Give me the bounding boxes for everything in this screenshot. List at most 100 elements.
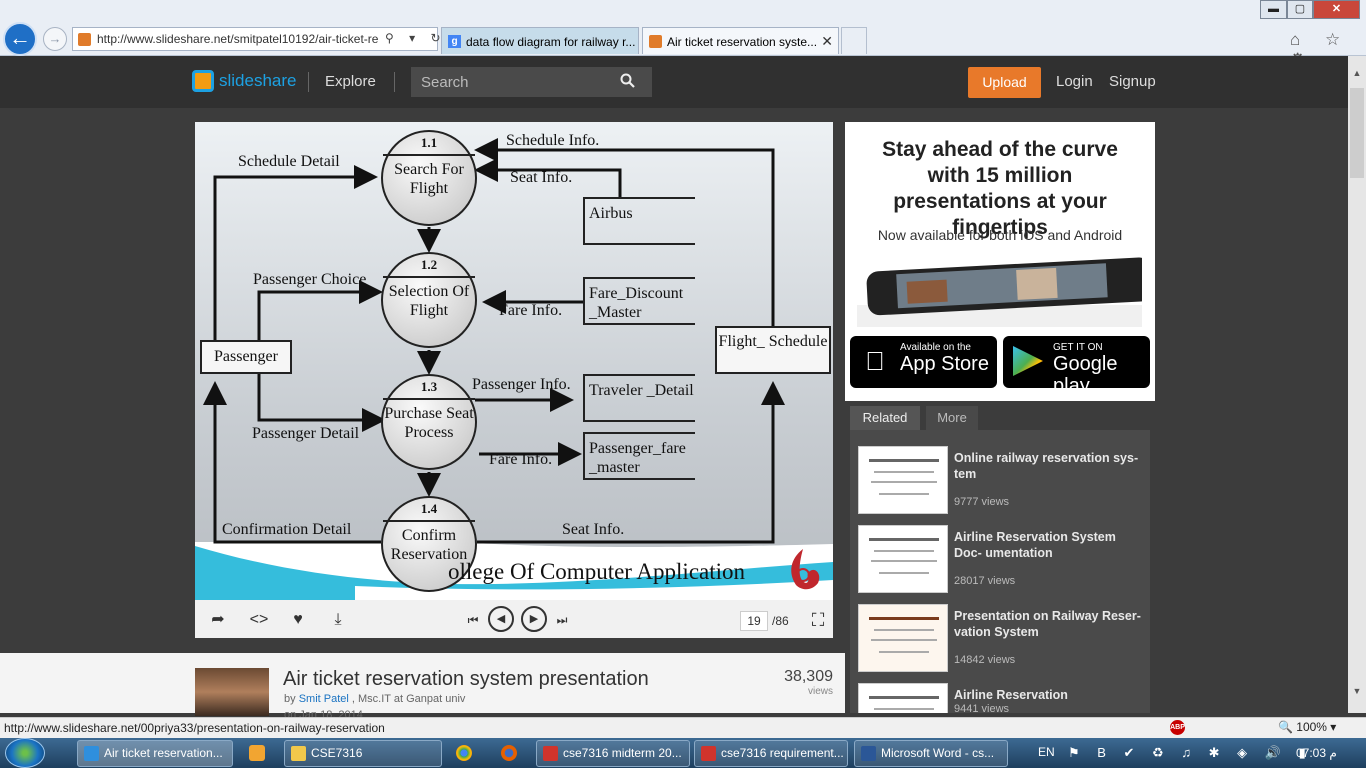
language-indicator[interactable]: EN	[1038, 745, 1055, 759]
slideshare-favicon-icon	[649, 35, 662, 48]
minimize-button[interactable]: ▬	[1260, 0, 1287, 19]
tab-data-flow[interactable]: g data flow diagram for railway r...	[441, 27, 639, 54]
list-item[interactable]: Airline Reservation System Doc- umentati…	[858, 525, 1148, 597]
search-icon[interactable]	[620, 73, 635, 88]
slide-viewer[interactable]: 1.1 Search For Flight 1.2 Selection Of Fli…	[195, 122, 833, 600]
slide-footer-text: ollege Of Computer Application	[448, 559, 746, 584]
tab-air-ticket[interactable]: Air ticket reservation syste... ✕	[642, 27, 839, 54]
process-name: Confirm Reservation	[390, 527, 468, 563]
scroll-up-icon[interactable]: ▲	[1350, 68, 1364, 82]
page-title: Air ticket reservation system presentati…	[283, 668, 649, 690]
page-number-input[interactable]: 19	[740, 611, 768, 631]
avatar[interactable]	[195, 668, 269, 716]
firefox-icon	[501, 745, 517, 761]
related-title[interactable]: Online railway reservation sys- tem	[954, 450, 1144, 482]
taskbar-label: Air ticket reservation...	[104, 746, 223, 760]
view-count: 38,309	[784, 668, 833, 685]
gplay-small-text: GET IT ON	[1053, 342, 1103, 353]
taskbar-pdf-requirement[interactable]: cse7316 requirement...	[694, 740, 848, 767]
process-name: Purchase Seat Process	[384, 405, 474, 441]
taskbar-word[interactable]: Microsoft Word - cs...	[854, 740, 1008, 767]
chrome-icon	[456, 745, 472, 761]
folder-icon	[291, 746, 306, 761]
search-input[interactable]: Search	[411, 67, 652, 97]
address-bar-icons[interactable]: ⚲ ▾ ↻	[385, 31, 447, 45]
list-item[interactable]: Presentation on Railway Reser- vation Sy…	[858, 604, 1148, 676]
fullscreen-icon[interactable]: ⛶	[807, 610, 829, 630]
adblock-icon[interactable]: ABP	[1170, 720, 1185, 735]
next-slide-button[interactable]: ▶	[521, 606, 547, 632]
slideshare-favicon-icon	[78, 33, 91, 46]
taskbar-firefox[interactable]	[491, 740, 527, 767]
related-views: 9441 views	[954, 703, 1010, 713]
related-thumbnail[interactable]	[858, 604, 948, 672]
maximize-button[interactable]: ▢	[1287, 0, 1313, 19]
process-selection-flight: 1.2 Selection Of Flight	[381, 252, 477, 348]
word-icon	[861, 746, 876, 761]
scroll-down-icon[interactable]: ▼	[1350, 686, 1364, 700]
embed-icon[interactable]: <>	[248, 610, 270, 630]
tab-more[interactable]: More	[926, 406, 978, 430]
like-icon[interactable]: ♥	[287, 610, 309, 630]
related-title[interactable]: Airline Reservation System Doc- umentati…	[954, 529, 1144, 561]
flow-passenger-detail: Passenger Detail	[252, 425, 360, 442]
process-id: 1.1	[383, 132, 475, 156]
close-window-button[interactable]: ✕	[1313, 0, 1360, 19]
related-thumbnail[interactable]	[858, 446, 948, 514]
upload-button[interactable]: Upload	[968, 67, 1041, 98]
tab-close-icon[interactable]: ✕	[821, 33, 833, 50]
list-item[interactable]: Airline Reservation 9441 views	[858, 683, 1148, 713]
apple-icon: 	[860, 346, 890, 376]
taskbar-label: cse7316 midterm 20...	[563, 746, 682, 760]
forward-button[interactable]: →	[43, 27, 67, 51]
clock[interactable]: 07:03 م	[1296, 746, 1337, 760]
zoom-level[interactable]: 🔍 100% ▾	[1278, 720, 1336, 734]
related-views: 28017 views	[954, 575, 1016, 587]
author-link[interactable]: Smit Patel	[299, 693, 349, 705]
share-icon[interactable]: ➦	[207, 610, 229, 630]
google-play-button[interactable]: GET IT ON Google play	[1003, 336, 1150, 397]
flow-confirmation-detail: Confirmation Detail	[222, 521, 352, 538]
taskbar-folder-window[interactable]: CSE7316	[284, 740, 442, 767]
app-ad-banner[interactable]: Stay ahead of the curve with 15 million …	[845, 122, 1155, 401]
taskbar-label: CSE7316	[311, 746, 363, 760]
taskbar-chrome[interactable]	[446, 740, 482, 767]
login-link[interactable]: Login	[1056, 73, 1093, 90]
tab-related[interactable]: Related	[850, 406, 920, 430]
taskbar-ie-window[interactable]: Air ticket reservation...	[77, 740, 233, 767]
download-icon[interactable]: ⤓	[327, 610, 349, 630]
affiliation: , Msc.IT at Ganpat univ	[351, 693, 466, 705]
taskbar-media-player[interactable]	[239, 740, 275, 767]
store-traveler-detail: Traveler _Detail	[583, 374, 695, 422]
related-thumbnail[interactable]	[858, 683, 948, 713]
flow-fare-info-1: Fare Info.	[499, 302, 563, 319]
new-tab-button[interactable]	[841, 27, 867, 54]
store-fare-discount: Fare_Discount _Master	[583, 277, 695, 325]
address-bar[interactable]: http://www.slideshare.net/smitpatel10192…	[72, 27, 438, 51]
window-buttons: ▬ ▢ ✕	[1260, 0, 1366, 19]
taskbar-pdf-midterm[interactable]: cse7316 midterm 20...	[536, 740, 690, 767]
related-thumbnail[interactable]	[858, 525, 948, 593]
process-search-flight: 1.1 Search For Flight	[381, 130, 477, 226]
list-item[interactable]: Online railway reservation sys- tem 9777 …	[858, 446, 1148, 518]
forward-arrow-icon: →	[48, 31, 62, 46]
start-button[interactable]	[5, 738, 45, 768]
status-url: http://www.slideshare.net/00priya33/pres…	[4, 721, 385, 735]
slideshare-logo[interactable]: slideshare	[192, 69, 297, 95]
explore-link[interactable]: Explore	[325, 73, 376, 90]
related-title[interactable]: Airline Reservation	[954, 687, 1144, 703]
process-id: 1.3	[383, 376, 475, 400]
related-title[interactable]: Presentation on Railway Reser- vation Sy…	[954, 608, 1144, 640]
system-tray-icons[interactable]: ⚑ B ✔ ♻ ♫ ✱ ◈ 🔊 ▮	[1068, 745, 1313, 761]
college-logo-icon	[791, 549, 820, 590]
pdf-icon	[701, 746, 716, 761]
app-store-button[interactable]:  Available on theApp Store	[850, 336, 997, 388]
back-button[interactable]: ←	[3, 22, 37, 56]
last-slide-icon[interactable]: ⏭	[551, 610, 573, 630]
signup-link[interactable]: Signup	[1109, 73, 1156, 90]
process-id: 1.4	[383, 498, 475, 522]
scroll-thumb[interactable]	[1350, 88, 1364, 178]
first-slide-icon[interactable]: ⏮	[462, 610, 484, 630]
previous-slide-button[interactable]: ◀	[488, 606, 514, 632]
header-divider	[308, 72, 309, 92]
